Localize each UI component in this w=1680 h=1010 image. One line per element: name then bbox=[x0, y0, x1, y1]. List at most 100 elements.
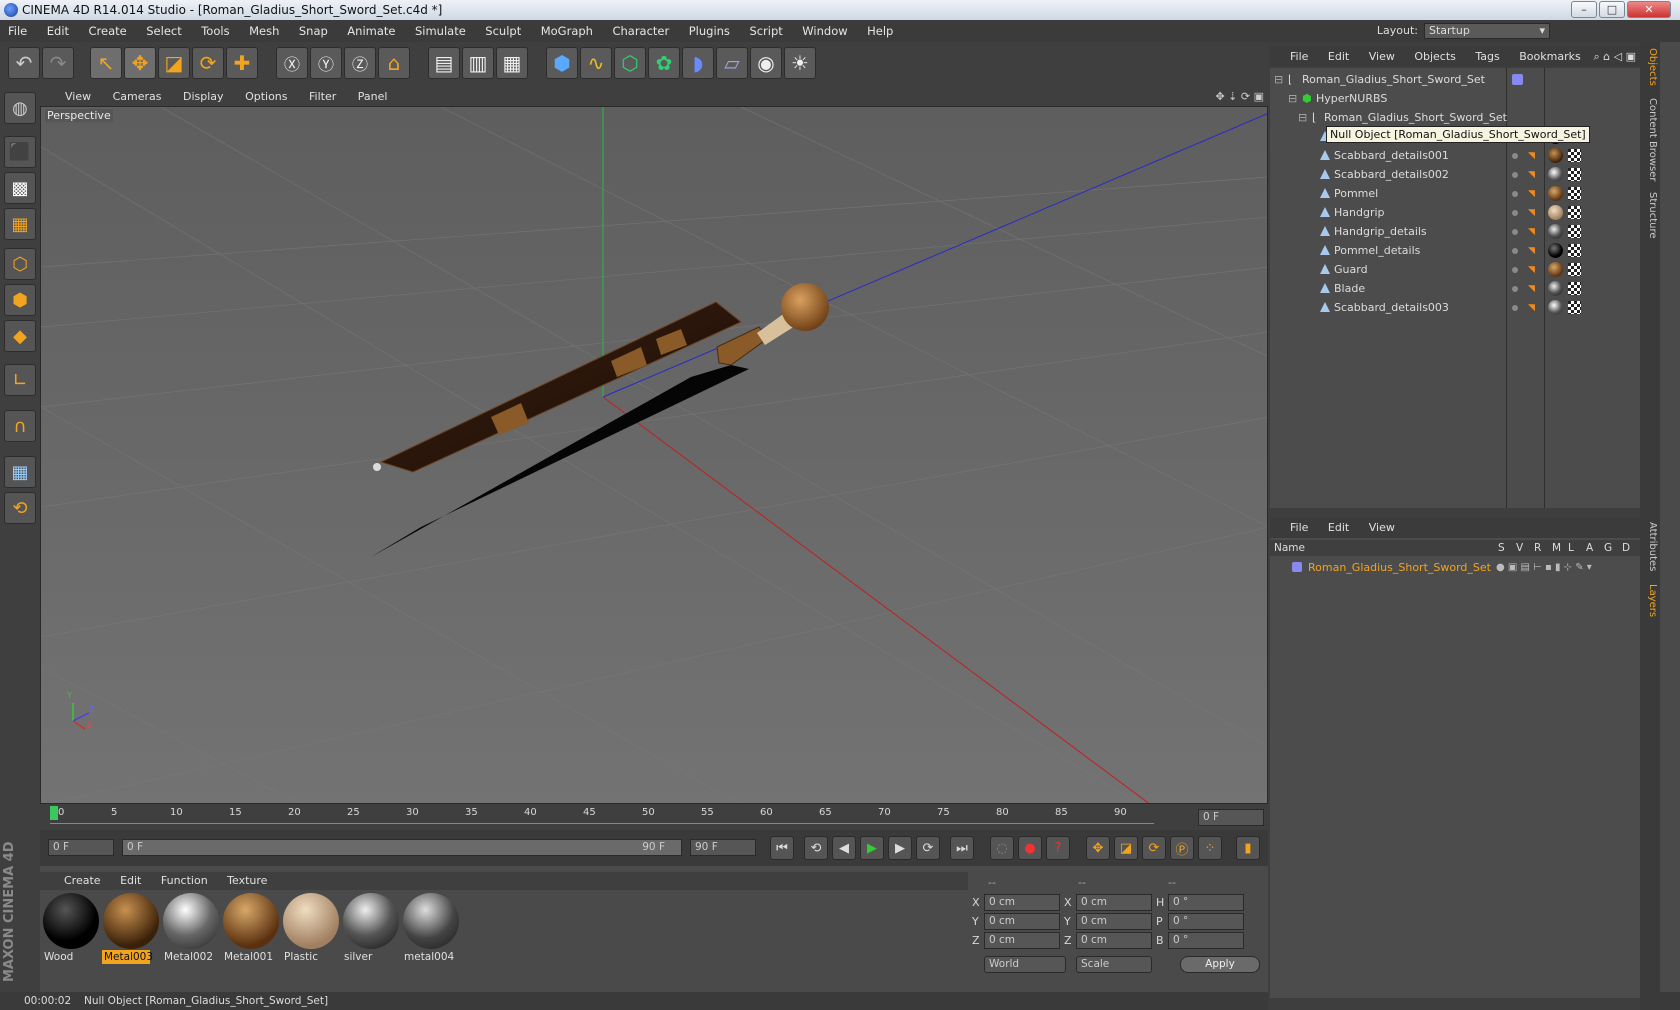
key-param-button[interactable]: Ⓟ bbox=[1170, 836, 1194, 860]
obj-menu-file[interactable]: File bbox=[1282, 47, 1316, 67]
make-editable-icon[interactable]: ◍ bbox=[4, 92, 36, 124]
position-x-field[interactable]: 0 cm bbox=[984, 894, 1060, 911]
perspective-viewport[interactable]: Perspective Y Z X bbox=[40, 106, 1268, 804]
obj-menu-view[interactable]: View bbox=[1361, 47, 1403, 67]
object-row[interactable]: Pommel_details ◥ bbox=[1270, 241, 1660, 260]
obj-menu-edit[interactable]: Edit bbox=[1320, 47, 1357, 67]
apply-button[interactable]: Apply bbox=[1180, 956, 1260, 973]
viewport-menu-view[interactable]: View bbox=[56, 88, 100, 106]
axis-mode-icon[interactable]: ∟ bbox=[4, 364, 36, 396]
expand-icon[interactable]: ⊟ bbox=[1298, 108, 1307, 127]
phong-tag-icon[interactable]: ◥ bbox=[1528, 264, 1540, 276]
autokey-button[interactable]: ● bbox=[1018, 836, 1042, 860]
z-axis-lock-icon[interactable]: Ⓩ bbox=[344, 47, 376, 79]
texture-tag-icon[interactable] bbox=[1568, 244, 1581, 257]
menu-edit[interactable]: Edit bbox=[39, 20, 77, 42]
visibility-dot[interactable] bbox=[1512, 248, 1518, 254]
material-menu-texture[interactable]: Texture bbox=[219, 872, 275, 890]
playhead[interactable] bbox=[50, 806, 58, 820]
texture-tag-icon[interactable] bbox=[1568, 282, 1581, 295]
menu-snap[interactable]: Snap bbox=[291, 20, 336, 42]
material-tag-icon[interactable] bbox=[1548, 167, 1563, 182]
menu-create[interactable]: Create bbox=[81, 20, 135, 42]
obj-menu-objects[interactable]: Objects bbox=[1406, 47, 1464, 67]
viewport-menu-cameras[interactable]: Cameras bbox=[104, 88, 171, 106]
prev-frame-button[interactable]: ◀ bbox=[832, 836, 856, 860]
phong-tag-icon[interactable]: ◥ bbox=[1528, 207, 1540, 219]
object-row[interactable]: Scabbard_details002 ◥ bbox=[1270, 165, 1660, 184]
size-y-field[interactable]: 0 cm bbox=[1076, 913, 1152, 930]
object-row-hypernurbs[interactable]: ⊟ ⬢ HyperNURBS bbox=[1270, 89, 1660, 108]
tab-layers[interactable]: Layers bbox=[1642, 584, 1658, 617]
start-frame-field[interactable]: 0 F bbox=[48, 839, 114, 856]
coordinate-system-icon[interactable]: ⌂ bbox=[378, 47, 410, 79]
play-button[interactable]: ▶ bbox=[860, 836, 884, 860]
key-position-button[interactable]: ✥ bbox=[1086, 836, 1110, 860]
material-menu-function[interactable]: Function bbox=[153, 872, 216, 890]
menu-file[interactable]: File bbox=[0, 20, 35, 42]
rotation-p-field[interactable]: 0 ° bbox=[1168, 913, 1244, 930]
visibility-dot[interactable] bbox=[1512, 172, 1518, 178]
material-tag-icon[interactable] bbox=[1548, 148, 1563, 163]
object-row-group[interactable]: ⊟ ⌊ Roman_Gladius_Short_Sword_Set bbox=[1270, 108, 1660, 127]
record-keys-button[interactable]: ◌ bbox=[990, 836, 1014, 860]
phong-tag-icon[interactable]: ◥ bbox=[1528, 302, 1540, 314]
goto-end-button[interactable]: ⏭ bbox=[950, 836, 974, 860]
render-view-icon[interactable]: ▤ bbox=[428, 47, 460, 79]
menu-plugins[interactable]: Plugins bbox=[681, 20, 738, 42]
phong-tag-icon[interactable]: ◥ bbox=[1528, 226, 1540, 238]
material-tag-icon[interactable] bbox=[1548, 262, 1563, 277]
rotation-b-field[interactable]: 0 ° bbox=[1168, 932, 1244, 949]
add-object-icon[interactable]: ✚ bbox=[226, 47, 258, 79]
camera-icon[interactable]: ◉ bbox=[750, 47, 782, 79]
visibility-dot[interactable] bbox=[1512, 286, 1518, 292]
texture-mode-icon[interactable]: ▩ bbox=[4, 172, 36, 204]
menu-simulate[interactable]: Simulate bbox=[407, 20, 474, 42]
menu-character[interactable]: Character bbox=[604, 20, 677, 42]
menu-script[interactable]: Script bbox=[741, 20, 790, 42]
texture-tag-icon[interactable] bbox=[1568, 206, 1581, 219]
material-tag-icon[interactable] bbox=[1548, 186, 1563, 201]
object-row[interactable]: Guard ◥ bbox=[1270, 260, 1660, 279]
floor-environment-icon[interactable]: ▱ bbox=[716, 47, 748, 79]
menu-animate[interactable]: Animate bbox=[339, 20, 403, 42]
maximize-button[interactable]: □ bbox=[1599, 1, 1625, 18]
viewport-menu-display[interactable]: Display bbox=[174, 88, 233, 106]
workplane-mode-icon[interactable]: ▦ bbox=[4, 208, 36, 240]
material-tag-icon[interactable] bbox=[1548, 243, 1563, 258]
light-bulb-icon[interactable]: ☀ bbox=[784, 47, 816, 79]
material-metal003[interactable]: Metal003 bbox=[102, 892, 160, 964]
tab-objects[interactable]: Objects bbox=[1642, 48, 1658, 86]
prev-key-button[interactable]: ⟲ bbox=[804, 836, 828, 860]
phong-tag-icon[interactable]: ◥ bbox=[1528, 283, 1540, 295]
next-key-button[interactable]: ⟳ bbox=[916, 836, 940, 860]
coord-scale-dropdown[interactable]: Scale bbox=[1076, 956, 1152, 973]
position-z-field[interactable]: 0 cm bbox=[984, 932, 1060, 949]
points-mode-icon[interactable]: ⬡ bbox=[4, 248, 36, 280]
deformer-bend-icon[interactable]: ◗ bbox=[682, 47, 714, 79]
subdivision-nurbs-icon[interactable]: ⬡ bbox=[614, 47, 646, 79]
visibility-dot[interactable] bbox=[1512, 229, 1518, 235]
edges-mode-icon[interactable]: ⬢ bbox=[4, 284, 36, 316]
menu-window[interactable]: Window bbox=[794, 20, 855, 42]
viewport-nav-icons[interactable]: ✥ ⇣ ⟳ ▣ bbox=[1215, 88, 1264, 106]
key-rotation-button[interactable]: ⟳ bbox=[1142, 836, 1166, 860]
layer-row[interactable]: Roman_Gladius_Short_Sword_Set ● ▣ ▤ ⊢ ▪ … bbox=[1270, 558, 1660, 577]
position-y-field[interactable]: 0 cm bbox=[984, 913, 1060, 930]
material-plastic[interactable]: Plastic bbox=[282, 892, 340, 964]
undo-button[interactable]: ↶ bbox=[8, 47, 40, 79]
menu-mesh[interactable]: Mesh bbox=[241, 20, 287, 42]
menu-tools[interactable]: Tools bbox=[193, 20, 237, 42]
menu-sculpt[interactable]: Sculpt bbox=[477, 20, 529, 42]
visibility-dot[interactable] bbox=[1512, 305, 1518, 311]
material-tag-icon[interactable] bbox=[1548, 300, 1563, 315]
obj-menu-bookmarks[interactable]: Bookmarks bbox=[1511, 47, 1588, 67]
texture-tag-icon[interactable] bbox=[1568, 149, 1581, 162]
phong-tag-icon[interactable]: ◥ bbox=[1528, 188, 1540, 200]
y-axis-lock-icon[interactable]: Ⓨ bbox=[310, 47, 342, 79]
menu-help[interactable]: Help bbox=[859, 20, 901, 42]
visibility-dot[interactable] bbox=[1512, 153, 1518, 159]
obj-menu-tags[interactable]: Tags bbox=[1467, 47, 1507, 67]
close-button[interactable]: ✕ bbox=[1627, 1, 1671, 18]
object-row[interactable]: Pommel ◥ bbox=[1270, 184, 1660, 203]
